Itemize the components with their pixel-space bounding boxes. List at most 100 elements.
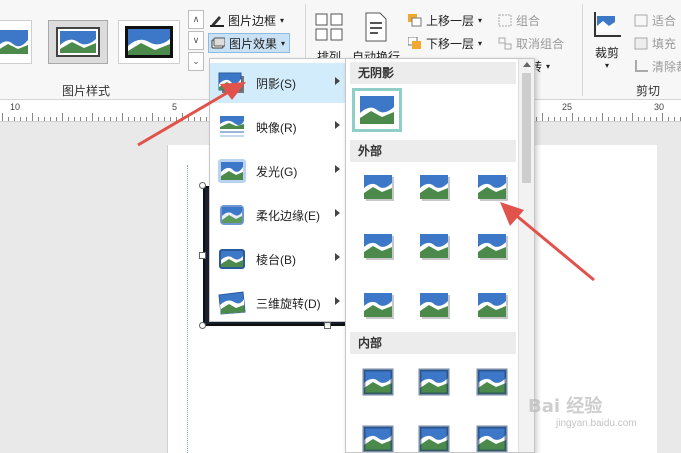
ruler-tick: [596, 117, 597, 121]
margin-guide: [187, 165, 188, 453]
ruler-tick: [200, 117, 201, 121]
menu-item-reflection[interactable]: 映像(R): [210, 107, 348, 147]
shadow-option-none[interactable]: [352, 88, 402, 132]
reflection-icon: [220, 116, 244, 137]
resize-handle[interactable]: [199, 182, 206, 189]
ruler-tick: [188, 117, 189, 121]
clear-crop-icon: [635, 59, 648, 72]
shadow-option-inner-4[interactable]: [360, 425, 394, 452]
pen-icon: [210, 15, 224, 27]
shadow-option-outer-7[interactable]: [360, 291, 394, 319]
ruler-tick: [644, 117, 645, 121]
dropdown-caret-icon: ▾: [281, 38, 286, 48]
group-button[interactable]: 组合: [498, 10, 540, 30]
ruler-tick: [620, 117, 621, 121]
fill-label: 填充: [652, 36, 677, 51]
menu-item-label: 发光(G): [256, 164, 298, 179]
shadow-option-outer-9[interactable]: [474, 291, 508, 319]
ruler-tick: [86, 117, 87, 121]
picture-border-label: 图片边框: [228, 13, 277, 28]
resize-handle[interactable]: [199, 322, 206, 329]
clear-crop-button[interactable]: 清除裁: [634, 56, 681, 76]
crop-button[interactable]: 裁剪 ▾: [593, 12, 621, 70]
picture-icon: [476, 425, 508, 452]
ruler-tick: [32, 113, 33, 121]
ruler-tick: [128, 117, 129, 121]
shadow-option-inner-1[interactable]: [360, 368, 394, 396]
picture-border-button[interactable]: 图片边框 ▾: [210, 10, 284, 30]
ruler-tick: [548, 117, 549, 121]
picture-icon: [364, 293, 394, 319]
chevron-up-icon[interactable]: ∧: [188, 10, 204, 29]
ruler-label: 30: [654, 102, 665, 112]
menu-item-label: 棱台(B): [256, 252, 296, 267]
ruler-tick: [632, 113, 633, 121]
menu-item-glow[interactable]: 发光(G): [210, 151, 348, 191]
scroll-thumb[interactable]: [522, 73, 531, 183]
shadow-option-outer-6[interactable]: [474, 232, 508, 260]
shadow-option-outer-8[interactable]: [416, 291, 450, 319]
ungroup-button[interactable]: 取消组合: [498, 33, 564, 53]
shadow-option-inner-5[interactable]: [416, 425, 450, 452]
bevel-icon: [219, 249, 245, 269]
fill-button[interactable]: 填充: [634, 33, 676, 53]
text-wrap-icon: [365, 12, 387, 42]
picture-icon: [420, 234, 450, 260]
scroll-up-icon[interactable]: [523, 62, 531, 67]
dropdown-caret-icon: ▾: [604, 61, 609, 70]
bring-forward-icon: [408, 13, 422, 26]
picture-icon: [478, 175, 508, 201]
shadow-option-inner-3[interactable]: [474, 368, 508, 396]
ruler-tick: [668, 117, 669, 121]
ruler-tick: [98, 117, 99, 121]
picture-style-2[interactable]: [48, 20, 108, 64]
picture-icon: [362, 368, 394, 396]
ruler-tick: [182, 113, 183, 121]
shadow-option-outer-4[interactable]: [360, 232, 394, 260]
gallery-expand-icon[interactable]: ⌄: [188, 52, 204, 71]
clear-crop-label: 清除裁: [652, 59, 681, 74]
ruler-tick: [560, 117, 561, 121]
shadow-option-inner-6[interactable]: [474, 425, 508, 452]
picture-style-3[interactable]: [118, 20, 180, 64]
effects-icon: [211, 37, 225, 48]
submenu-arrow-icon: [335, 165, 340, 173]
shadow-option-outer-1[interactable]: [360, 173, 394, 201]
shadow-option-outer-5[interactable]: [416, 232, 450, 260]
ruler-tick: [164, 117, 165, 121]
picture-icon: [418, 425, 450, 452]
send-backward-button[interactable]: 下移一层 ▾: [408, 33, 482, 53]
shadow-option-outer-3[interactable]: [474, 173, 508, 201]
ruler-label: 10: [10, 102, 21, 112]
picture-style-1[interactable]: [0, 20, 32, 64]
section-header-outer: 外部: [350, 140, 516, 162]
menu-item-soft-edges[interactable]: 柔化边缘(E): [210, 195, 348, 235]
ruler-tick: [20, 117, 21, 121]
shadow-option-outer-2[interactable]: [416, 173, 450, 201]
resize-handle[interactable]: [199, 252, 206, 259]
soft-edges-icon: [220, 205, 244, 225]
picture-effects-label: 图片效果: [229, 36, 278, 51]
submenu-arrow-icon: [335, 121, 340, 129]
picture-effects-button[interactable]: 图片效果 ▾: [208, 33, 291, 53]
menu-item-bevel[interactable]: 棱台(B): [210, 239, 348, 279]
dropdown-caret-icon: ▾: [280, 15, 285, 25]
menu-item-3d-rotation[interactable]: 三维旋转(D): [210, 283, 348, 323]
picture-icon: [420, 293, 450, 319]
ruler-tick: [8, 117, 9, 121]
bring-forward-button[interactable]: 上移一层 ▾: [408, 10, 482, 30]
shadow-gallery: 无阴影 外部 内部: [345, 58, 535, 453]
shadow-option-inner-2[interactable]: [416, 368, 450, 396]
dropdown-caret-icon: ▾: [546, 61, 551, 71]
fit-button[interactable]: 适合: [634, 10, 676, 30]
group-separator: [582, 4, 583, 96]
menu-item-shadow[interactable]: 阴影(S): [210, 63, 348, 103]
ruler-tick: [638, 117, 639, 121]
resize-handle[interactable]: [324, 322, 331, 329]
gallery-scroll: ∧ ∨ ⌄: [188, 10, 204, 72]
chevron-down-icon[interactable]: ∨: [188, 31, 204, 50]
ruler-tick: [116, 117, 117, 121]
picture-styles-group-label: 图片样式: [62, 84, 111, 98]
ruler-tick: [158, 117, 159, 121]
ruler-tick: [602, 113, 603, 121]
